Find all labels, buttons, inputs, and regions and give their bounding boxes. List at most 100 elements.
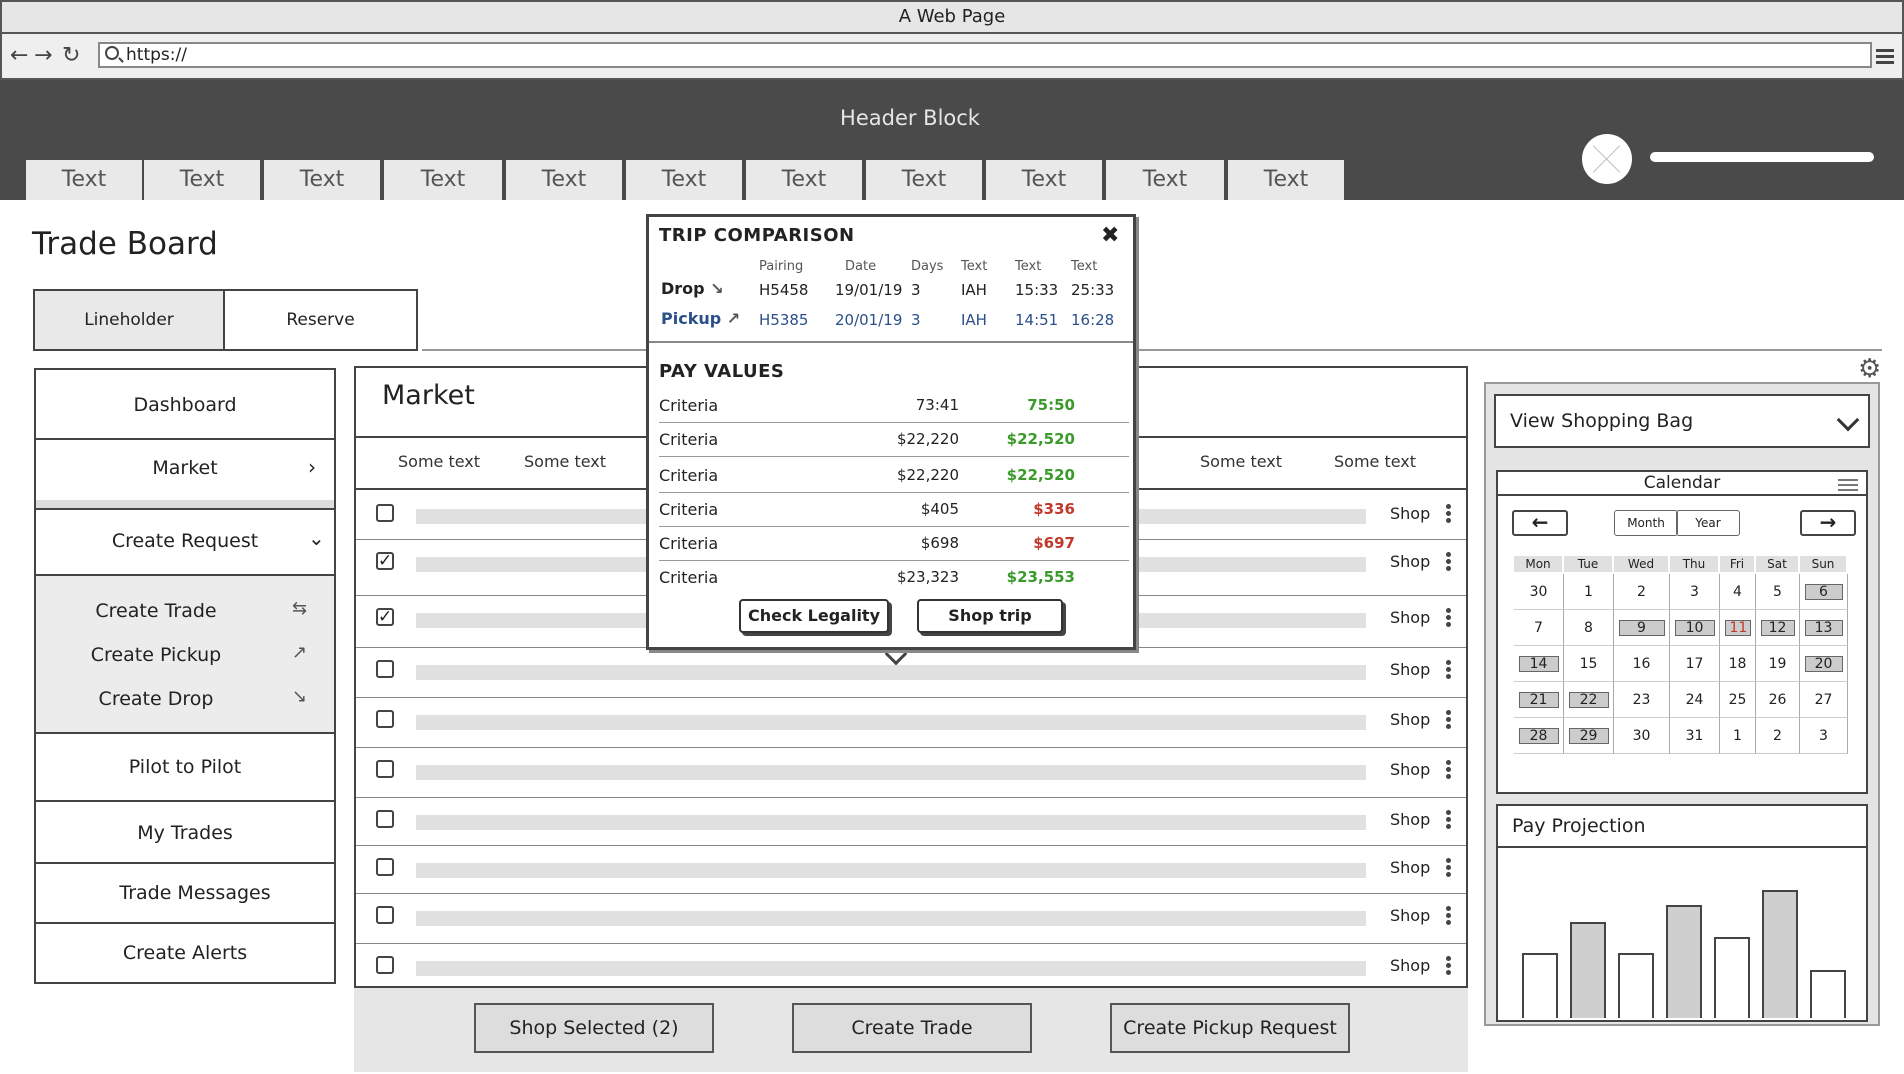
shop-link[interactable]: Shop [1390, 760, 1430, 779]
more-options-icon[interactable] [1446, 658, 1452, 681]
shopping-bag-dropdown[interactable]: View Shopping Bag [1494, 394, 1870, 448]
more-options-icon[interactable] [1446, 856, 1452, 879]
calendar-day[interactable]: 2 [1756, 718, 1800, 754]
row-checkbox[interactable] [376, 660, 394, 678]
calendar-day[interactable]: 2 [1614, 574, 1670, 610]
row-checkbox[interactable] [376, 956, 394, 974]
calendar-day[interactable]: 22 [1564, 682, 1614, 718]
nav-tab[interactable]: Text [626, 160, 744, 200]
nav-tab[interactable]: Text [986, 160, 1104, 200]
shop-link[interactable]: Shop [1390, 956, 1430, 975]
reload-icon[interactable]: ↻ [62, 43, 80, 69]
nav-tab[interactable]: Text [1106, 160, 1226, 200]
calendar-day[interactable]: 11 [1720, 610, 1756, 646]
more-options-icon[interactable] [1446, 708, 1452, 731]
close-icon[interactable]: ✖ [1101, 223, 1119, 248]
month-button[interactable]: Month [1614, 510, 1678, 536]
row-checkbox[interactable] [376, 710, 394, 728]
shop-link[interactable]: Shop [1390, 810, 1430, 829]
column-header[interactable]: Some text [1200, 452, 1282, 471]
segment-lineholder[interactable]: Lineholder [35, 291, 225, 349]
submenu-create-trade[interactable]: Create Trade [36, 600, 276, 622]
nav-tab[interactable]: Text [264, 160, 382, 200]
calendar-day[interactable]: 19 [1756, 646, 1800, 682]
calendar-day[interactable]: 1 [1720, 718, 1756, 754]
calendar-day[interactable]: 27 [1800, 682, 1848, 718]
calendar-day[interactable]: 31 [1670, 718, 1720, 754]
calendar-day[interactable]: 25 [1720, 682, 1756, 718]
calendar-day[interactable]: 9 [1614, 610, 1670, 646]
calendar-day[interactable]: 7 [1514, 610, 1564, 646]
row-checkbox[interactable] [376, 810, 394, 828]
shop-selected-button[interactable]: Shop Selected (2) [474, 1003, 714, 1053]
calendar-day[interactable]: 3 [1800, 718, 1848, 754]
forward-icon[interactable]: → [34, 43, 52, 69]
calendar-day[interactable]: 4 [1720, 574, 1756, 610]
more-options-icon[interactable] [1446, 502, 1452, 525]
sidebar-item-create-alerts[interactable]: Create Alerts [36, 942, 334, 964]
calendar-day[interactable]: 15 [1564, 646, 1614, 682]
column-header[interactable]: Some text [1334, 452, 1416, 471]
calendar-day[interactable]: 10 [1670, 610, 1720, 646]
shop-link[interactable]: Shop [1390, 608, 1430, 627]
calendar-day[interactable]: 23 [1614, 682, 1670, 718]
shop-link[interactable]: Shop [1390, 660, 1430, 679]
calendar-day[interactable]: 24 [1670, 682, 1720, 718]
submenu-create-drop[interactable]: Create Drop [36, 688, 276, 710]
nav-tab[interactable]: Text [866, 160, 984, 200]
more-options-icon[interactable] [1446, 606, 1452, 629]
avatar[interactable] [1582, 134, 1632, 184]
calendar-day[interactable]: 12 [1756, 610, 1800, 646]
calendar-day[interactable]: 28 [1514, 718, 1564, 754]
submenu-create-pickup[interactable]: Create Pickup [36, 644, 276, 666]
nav-tab[interactable]: Text [26, 160, 144, 200]
shop-link[interactable]: Shop [1390, 906, 1430, 925]
row-checkbox[interactable] [376, 504, 394, 522]
row-checkbox[interactable] [376, 760, 394, 778]
create-trade-button[interactable]: Create Trade [792, 1003, 1032, 1053]
sidebar-item-trade-messages[interactable]: Trade Messages [46, 882, 344, 904]
calendar-menu-icon[interactable] [1838, 476, 1858, 494]
column-header[interactable]: Some text [524, 452, 606, 471]
browser-menu-icon[interactable] [1876, 46, 1894, 67]
calendar-day[interactable]: 30 [1514, 574, 1564, 610]
sidebar-item-my-trades[interactable]: My Trades [36, 822, 334, 844]
back-icon[interactable]: ← [10, 43, 28, 69]
more-options-icon[interactable] [1446, 758, 1452, 781]
calendar-day[interactable]: 16 [1614, 646, 1670, 682]
calendar-day[interactable]: 8 [1564, 610, 1614, 646]
row-checkbox[interactable]: ✓ [376, 608, 394, 626]
shop-link[interactable]: Shop [1390, 504, 1430, 523]
url-input[interactable]: https:// [98, 42, 1872, 68]
calendar-day[interactable]: 26 [1756, 682, 1800, 718]
column-header[interactable]: Some text [398, 452, 480, 471]
nav-tab[interactable]: Text [506, 160, 624, 200]
more-options-icon[interactable] [1446, 550, 1452, 573]
shop-link[interactable]: Shop [1390, 858, 1430, 877]
calendar-day[interactable]: 13 [1800, 610, 1848, 646]
calendar-day[interactable]: 29 [1564, 718, 1614, 754]
more-options-icon[interactable] [1446, 808, 1452, 831]
nav-tab[interactable]: Text [746, 160, 864, 200]
calendar-day[interactable]: 20 [1800, 646, 1848, 682]
check-legality-button[interactable]: Check Legality [739, 599, 889, 633]
calendar-prev-button[interactable]: ← [1512, 510, 1568, 536]
calendar-day[interactable]: 18 [1720, 646, 1756, 682]
calendar-day[interactable]: 3 [1670, 574, 1720, 610]
nav-tab[interactable]: Text [1228, 160, 1346, 200]
calendar-next-button[interactable]: → [1800, 510, 1856, 536]
nav-tab[interactable]: Text [144, 160, 262, 200]
sidebar-item-create-request[interactable]: Create Request ⌄ [36, 526, 334, 552]
year-button[interactable]: Year [1676, 510, 1740, 536]
calendar-day[interactable]: 6 [1800, 574, 1848, 610]
more-options-icon[interactable] [1446, 954, 1452, 977]
calendar-day[interactable]: 5 [1756, 574, 1800, 610]
nav-tab[interactable]: Text [384, 160, 504, 200]
row-checkbox[interactable]: ✓ [376, 552, 394, 570]
sidebar-item-pilot-to-pilot[interactable]: Pilot to Pilot [36, 756, 334, 778]
row-checkbox[interactable] [376, 906, 394, 924]
calendar-day[interactable]: 14 [1514, 646, 1564, 682]
sidebar-item-dashboard[interactable]: Dashboard [36, 394, 334, 416]
calendar-day[interactable]: 1 [1564, 574, 1614, 610]
row-checkbox[interactable] [376, 858, 394, 876]
